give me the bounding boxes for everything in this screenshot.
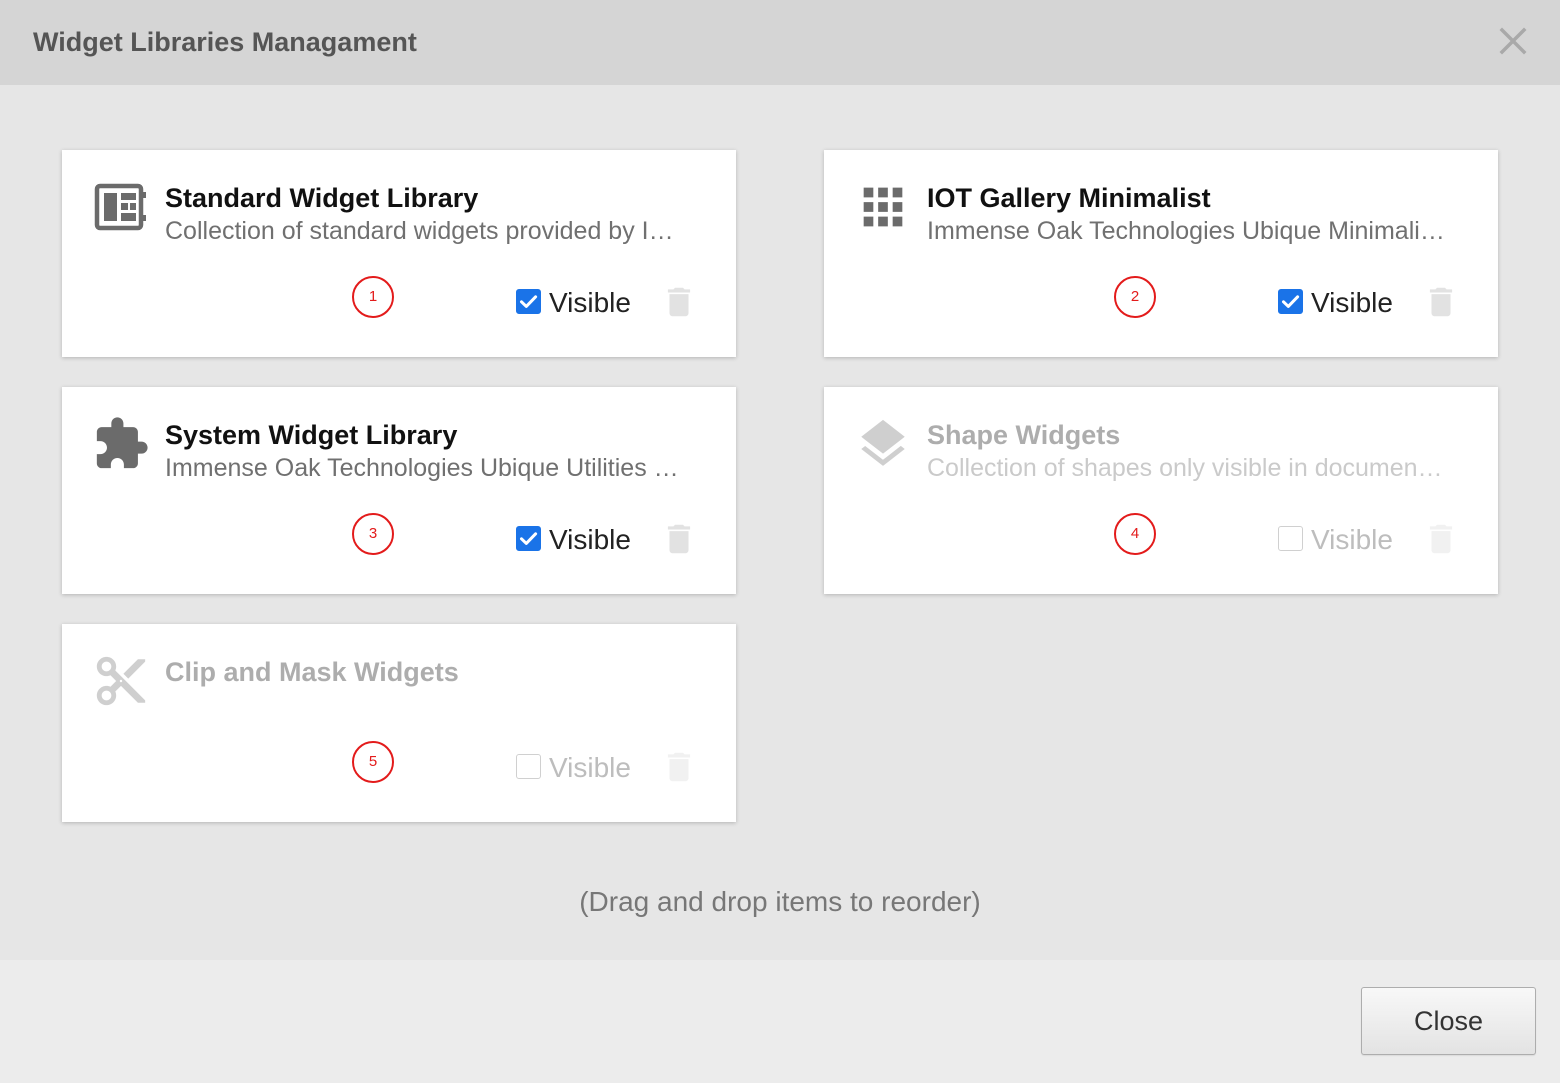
close-button[interactable]: Close — [1361, 987, 1536, 1055]
order-badge: 3 — [352, 513, 394, 555]
library-description: Collection of shapes only visible in doc… — [927, 454, 1443, 482]
library-card-system-widget-library[interactable]: System Widget Library Immense Oak Techno… — [62, 387, 736, 594]
puzzle-icon — [92, 415, 150, 473]
reorder-hint: (Drag and drop items to reorder) — [579, 886, 981, 917]
library-card-shape-widgets[interactable]: Shape Widgets Collection of shapes only … — [824, 387, 1498, 594]
visible-label[interactable]: Visible — [549, 287, 631, 319]
library-name: Shape Widgets — [927, 420, 1121, 450]
library-description: Immense Oak Technologies Ubique Utilitie… — [165, 454, 679, 482]
trash-icon[interactable] — [660, 520, 698, 558]
order-badge: 4 — [1114, 513, 1156, 555]
visible-checkbox[interactable] — [516, 754, 541, 779]
apps-grid-icon — [854, 178, 912, 236]
widget-libraries-dialog: Widget Libraries Managament Standard Wid… — [0, 0, 1560, 1083]
library-name: Clip and Mask Widgets — [165, 657, 459, 687]
visible-checkbox[interactable] — [516, 526, 541, 551]
visible-label[interactable]: Visible — [1311, 287, 1393, 319]
library-description: Collection of standard widgets provided … — [165, 217, 674, 245]
library-description: Immense Oak Technologies Ubique Minimali… — [927, 217, 1445, 245]
visible-checkbox[interactable] — [1278, 526, 1303, 551]
trash-icon[interactable] — [660, 283, 698, 321]
scissors-icon — [92, 652, 150, 710]
visible-checkbox[interactable] — [516, 289, 541, 314]
trash-icon[interactable] — [1422, 283, 1460, 321]
layers-icon — [854, 415, 912, 473]
close-icon[interactable] — [1499, 27, 1527, 55]
dialog-footer: Close — [0, 960, 1560, 1083]
visible-checkbox[interactable] — [1278, 289, 1303, 314]
library-list: Standard Widget Library Collection of st… — [0, 85, 1560, 960]
visible-label[interactable]: Visible — [1311, 524, 1393, 556]
order-badge: 5 — [352, 741, 394, 783]
library-card-standard-widget-library[interactable]: Standard Widget Library Collection of st… — [62, 150, 736, 357]
dialog-title: Widget Libraries Managament — [33, 27, 417, 57]
dialog-header: Widget Libraries Managament — [0, 0, 1560, 85]
library-name: IOT Gallery Minimalist — [927, 183, 1211, 213]
visible-label[interactable]: Visible — [549, 524, 631, 556]
library-card-clip-and-mask-widgets[interactable]: Clip and Mask Widgets 5 Visible — [62, 624, 736, 822]
trash-icon[interactable] — [1422, 520, 1460, 558]
order-badge: 1 — [352, 276, 394, 318]
widget-library-icon — [92, 178, 150, 236]
trash-icon[interactable] — [660, 748, 698, 786]
library-card-iot-gallery-minimalist[interactable]: IOT Gallery Minimalist Immense Oak Techn… — [824, 150, 1498, 357]
order-badge: 2 — [1114, 276, 1156, 318]
library-name: System Widget Library — [165, 420, 458, 450]
visible-label[interactable]: Visible — [549, 752, 631, 784]
library-name: Standard Widget Library — [165, 183, 479, 213]
